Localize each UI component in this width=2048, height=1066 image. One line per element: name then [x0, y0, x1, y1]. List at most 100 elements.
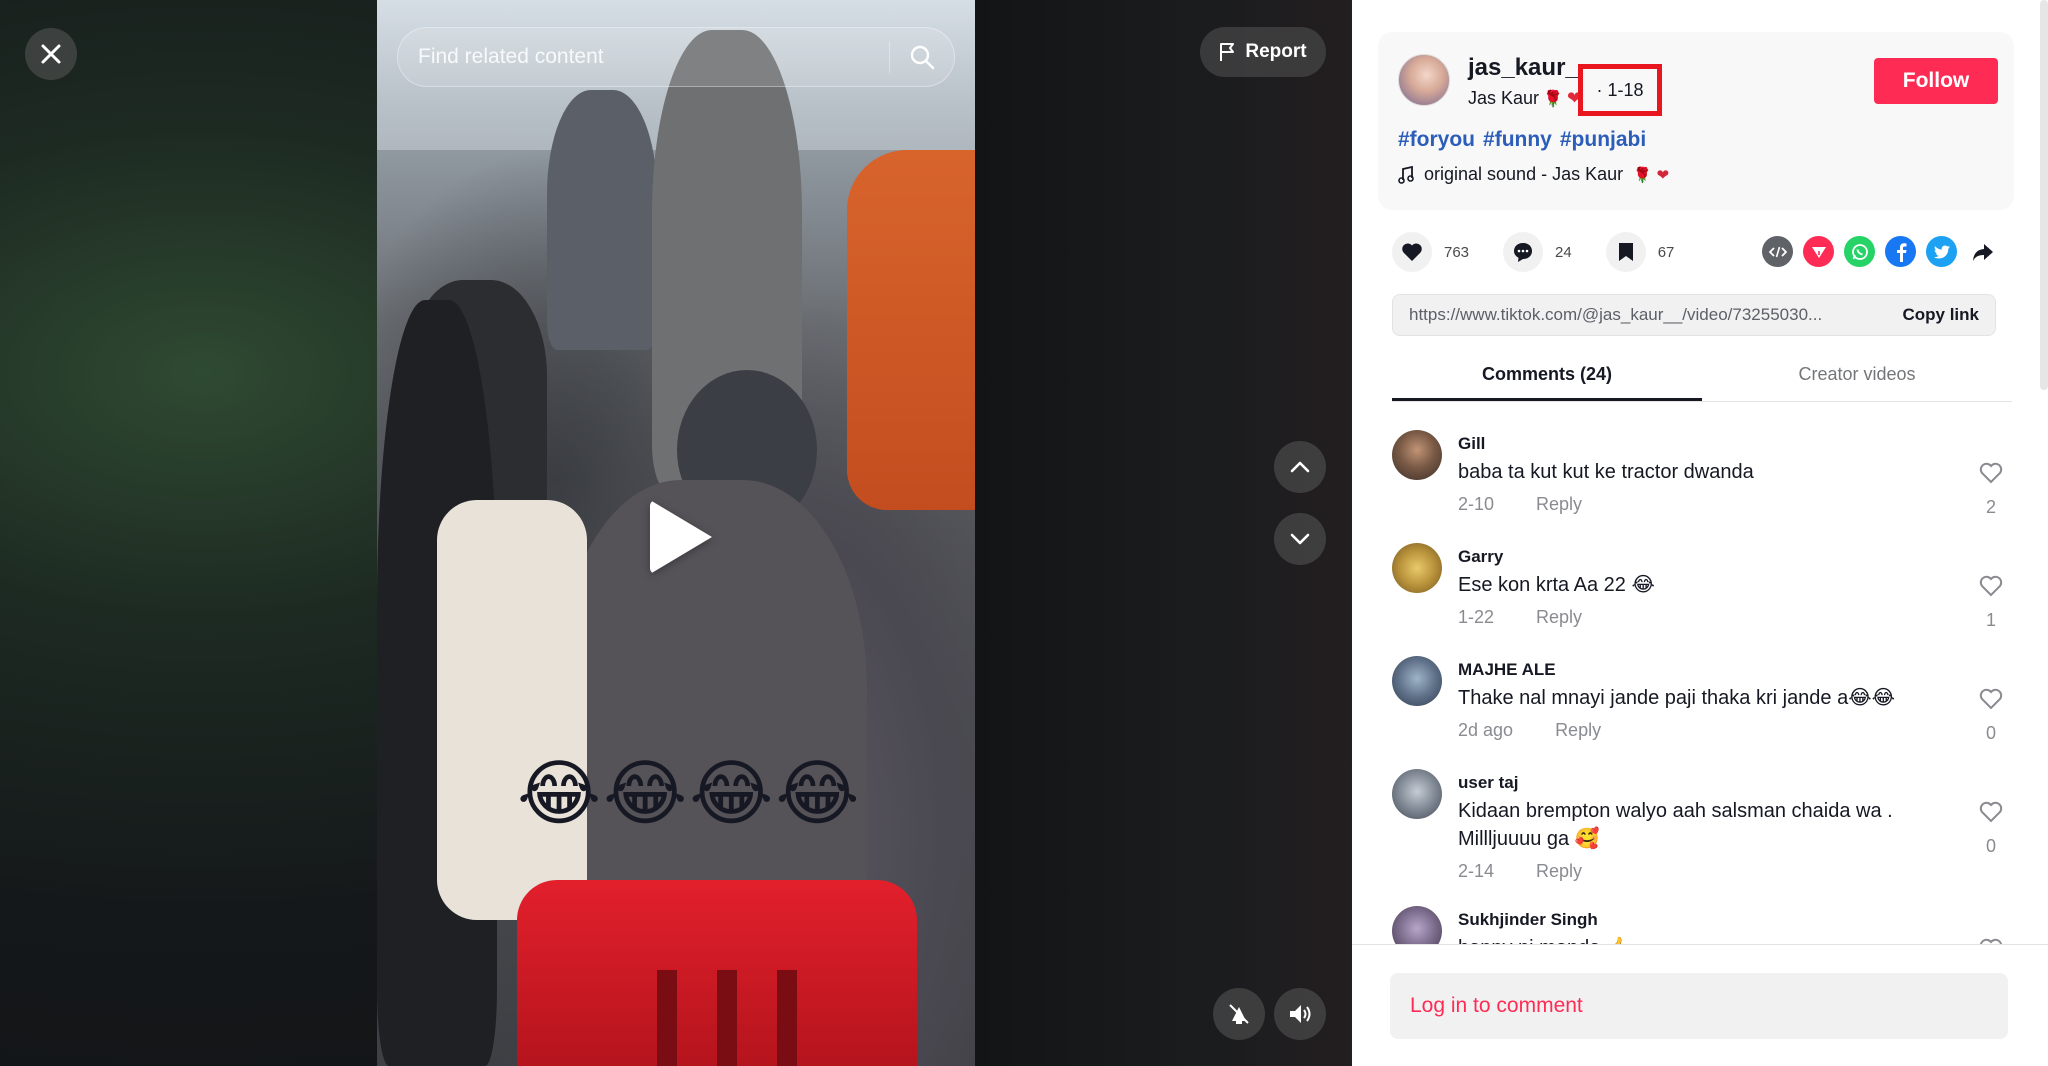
login-to-comment-button[interactable]: Log in to comment [1390, 973, 2008, 1039]
reply-button[interactable]: Reply [1536, 607, 1582, 628]
hashtag-list: #foryou #funny #punjabi [1398, 128, 1646, 152]
comment-date: 2-10 [1458, 494, 1495, 514]
panel-scrollbar[interactable] [2040, 0, 2048, 390]
reply-button[interactable]: Reply [1536, 494, 1582, 515]
comment-like-count: 0 [1985, 723, 1996, 743]
comment-text: baba ta kut kut ke tractor dwanda [1458, 461, 1754, 483]
next-video-button[interactable] [1274, 513, 1326, 565]
sound-emoji: 🌹 ❤ [1633, 165, 1670, 184]
commenter-avatar[interactable] [1392, 906, 1442, 944]
commenter-name[interactable]: Sukhjinder Singh [1458, 910, 1598, 930]
engagement-stats: 763 24 67 [1392, 232, 1674, 272]
send-icon [1811, 246, 1826, 258]
heart-outline-icon [1979, 801, 2003, 823]
share-arrow-icon [1972, 243, 1993, 261]
commenter-avatar[interactable] [1392, 430, 1442, 480]
comment-text: Ese kon krta Aa 22 😂 [1458, 574, 1655, 596]
sound-label: original sound - Jas Kaur [1424, 164, 1624, 184]
comment-like[interactable]: 0 [1976, 688, 2006, 744]
floating-player-button[interactable] [1213, 988, 1265, 1040]
facebook-share-button[interactable] [1885, 236, 1916, 267]
video-url[interactable]: https://www.tiktok.com/@jas_kaur__/video… [1409, 305, 1878, 325]
comment-like-count: 1 [1985, 610, 1996, 630]
comment-date: 2-14 [1458, 861, 1495, 881]
comment-stat[interactable]: 24 [1503, 232, 1572, 272]
search-bar[interactable]: Find related content [397, 27, 955, 87]
commenter-avatar[interactable] [1392, 543, 1442, 593]
comment-like[interactable]: 1 [1976, 575, 2006, 631]
like-button[interactable] [1392, 232, 1432, 272]
heart-outline-icon [1979, 462, 2003, 484]
commenter-name[interactable]: Garry [1458, 547, 1503, 567]
search-button[interactable] [890, 28, 954, 86]
comment-count: 24 [1555, 243, 1572, 261]
comment-meta: 1-22 Reply [1458, 607, 1582, 628]
hashtag-link[interactable]: #funny [1483, 128, 1552, 152]
comment-text: Kidaan brempton walyo aah salsman chaida… [1458, 800, 1893, 850]
volume-button[interactable] [1274, 988, 1326, 1040]
share-icons [1762, 236, 1998, 267]
report-button[interactable]: Report [1200, 27, 1326, 77]
details-panel: jas_kaur__ Jas Kaur 🌹 ❤ Follow #foryou #… [1352, 0, 2048, 1066]
facebook-icon [1896, 242, 1906, 262]
hashtag-link[interactable]: #punjabi [1560, 128, 1646, 152]
save-stat[interactable]: 67 [1605, 232, 1675, 272]
embed-button[interactable] [1762, 236, 1793, 267]
comment-like[interactable]: 2 [1976, 462, 2006, 518]
commenter-name[interactable]: user taj [1458, 773, 1518, 793]
commenter-avatar[interactable] [1392, 656, 1442, 706]
comment-date: 1-22 [1458, 607, 1495, 627]
volume-icon [1290, 1005, 1311, 1023]
save-button[interactable] [1605, 232, 1646, 272]
comment-meta: 2-10 Reply [1458, 494, 1582, 515]
video-figure [437, 500, 587, 920]
comment-like[interactable]: 0 [1976, 801, 2006, 857]
video-chair-slat [717, 970, 737, 1066]
more-share-button[interactable] [1967, 236, 1998, 267]
comment-button[interactable] [1503, 232, 1544, 272]
close-button[interactable] [25, 28, 77, 80]
author-username[interactable]: jas_kaur__ [1468, 54, 1592, 82]
search-input[interactable]: Find related content [398, 45, 889, 69]
author-avatar[interactable] [1398, 54, 1450, 106]
twitter-share-button[interactable] [1926, 236, 1957, 267]
tab-comments[interactable]: Comments (24) [1392, 354, 1702, 401]
chevron-down-icon [1290, 533, 1310, 545]
copy-link-button[interactable]: Copy link [1878, 305, 1979, 325]
author-info-card: jas_kaur__ Jas Kaur 🌹 ❤ Follow #foryou #… [1378, 32, 2014, 210]
play-icon[interactable] [650, 500, 712, 574]
heart-icon [1402, 243, 1422, 261]
video-figure [847, 150, 975, 510]
whatsapp-share-button[interactable] [1844, 236, 1875, 267]
comment-meta: 2d ago Reply [1458, 720, 1601, 741]
video-figure [547, 90, 657, 350]
commenter-name[interactable]: MAJHE ALE [1458, 660, 1556, 680]
comment-icon [1514, 243, 1533, 262]
video-chair-slat [777, 970, 797, 1066]
embed-icon [1768, 246, 1787, 257]
previous-video-button[interactable] [1274, 441, 1326, 493]
comment-text: happy ni manda 👍 [1458, 934, 1938, 944]
whatsapp-icon [1851, 243, 1868, 260]
comment-text: Thake nal mnayi jande paji thaka kri jan… [1458, 687, 1895, 709]
send-to-friend-button[interactable] [1803, 236, 1834, 267]
like-stat[interactable]: 763 [1392, 232, 1469, 272]
floating-player-icon [1229, 1004, 1249, 1024]
report-label: Report [1245, 41, 1307, 62]
sound-link[interactable]: original sound - Jas Kaur 🌹 ❤ [1398, 164, 1669, 185]
reply-button[interactable]: Reply [1555, 720, 1601, 741]
save-count: 67 [1657, 243, 1675, 261]
like-count: 763 [1444, 243, 1470, 261]
tab-creator-videos[interactable]: Creator videos [1702, 354, 2012, 401]
commenter-avatar[interactable] [1392, 769, 1442, 819]
follow-button[interactable]: Follow [1874, 58, 1998, 104]
chevron-up-icon [1290, 461, 1310, 473]
author-nickname-row: Jas Kaur 🌹 ❤ [1468, 88, 1582, 109]
reply-button[interactable]: Reply [1536, 861, 1582, 882]
bookmark-icon [1618, 243, 1633, 261]
comment-input-bar: Log in to comment [1352, 944, 2048, 1066]
comment-list: Gill baba ta kut kut ke tractor dwanda 2… [1352, 402, 2048, 944]
commenter-name[interactable]: Gill [1458, 434, 1485, 454]
video-chair-slat [657, 970, 677, 1066]
hashtag-link[interactable]: #foryou [1398, 128, 1475, 152]
